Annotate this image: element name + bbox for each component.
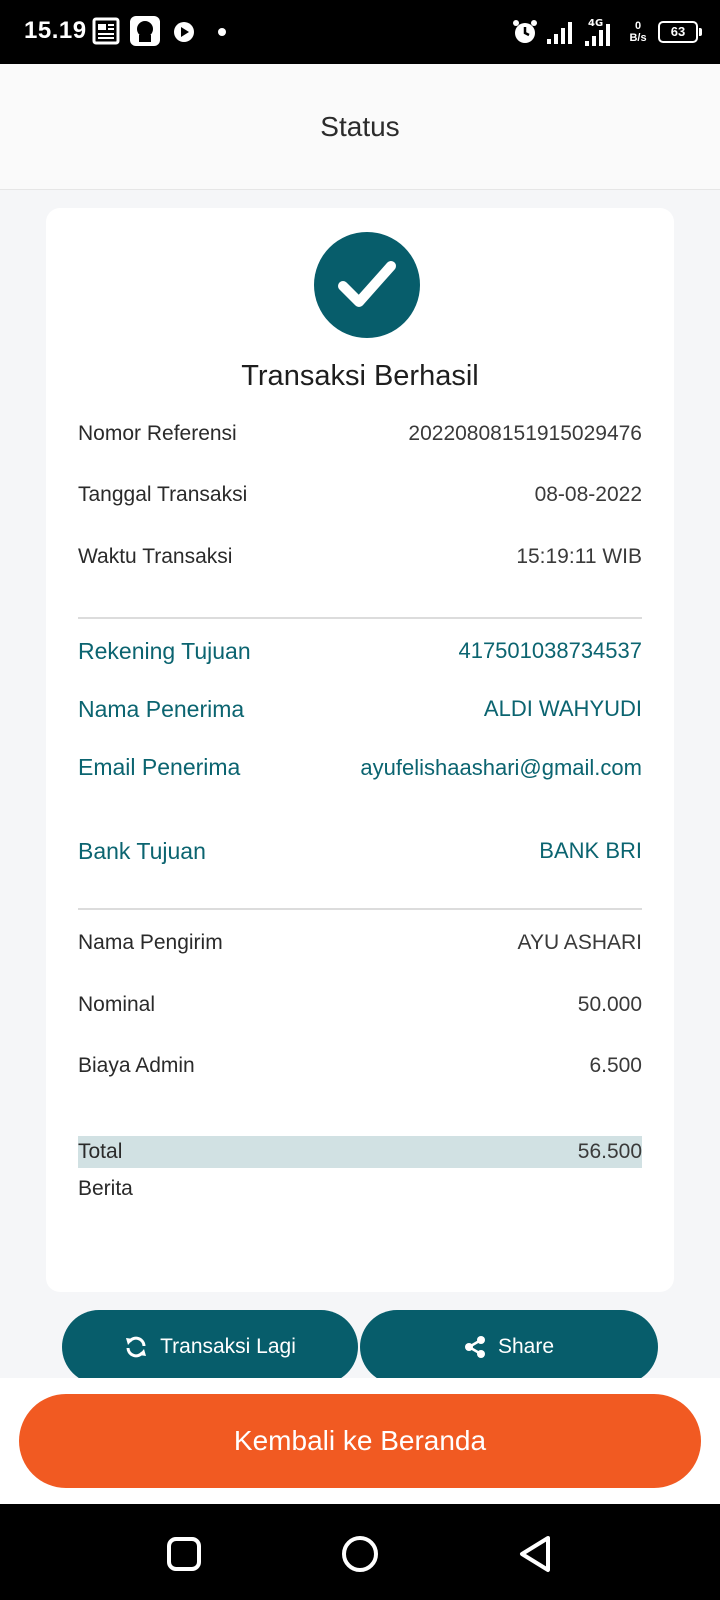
account-value: 417501038734537 <box>458 638 642 663</box>
app-avatar-icon <box>130 16 160 46</box>
status-time: 15.19 <box>24 17 87 44</box>
bank-value: BANK BRI <box>539 838 642 863</box>
payment-row-sender: Nama Pengirim AYU ASHARI <box>78 931 642 955</box>
total-value: 56.500 <box>577 1140 642 1163</box>
share-icon <box>464 1336 485 1358</box>
recipient-email-label: Email Penerima <box>78 754 241 780</box>
total-label: Total <box>78 1140 123 1163</box>
status-bar: 15.19 4G 0 B/s 63 <box>0 0 720 64</box>
recipient-name-label: Nama Penerima <box>78 696 245 722</box>
net-speed: 0 B/s <box>629 20 647 44</box>
detail-row-date: Tanggal Transaksi 08-08-2022 <box>78 483 642 507</box>
time-label: Waktu Transaksi <box>78 545 233 568</box>
fee-label: Biaya Admin <box>78 1054 195 1077</box>
page-title: Status <box>320 110 400 142</box>
reference-value: 20220808151915029476 <box>408 422 642 445</box>
fee-value: 6.500 <box>589 1054 642 1077</box>
payment-row-total: Total 56.500 <box>78 1136 642 1168</box>
transaction-again-label: Transaksi Lagi <box>160 1335 296 1358</box>
battery-level: 63 <box>670 24 686 39</box>
status-indicators: 4G 0 B/s 63 <box>512 14 702 50</box>
receipt-card: Transaksi Berhasil Nomor Referensi 20220… <box>46 208 674 1292</box>
reference-label: Nomor Referensi <box>78 422 237 445</box>
dot-icon <box>218 28 226 36</box>
sender-value: AYU ASHARI <box>517 931 642 954</box>
date-label: Tanggal Transaksi <box>78 483 248 506</box>
payment-row-nominal: Nominal 50.000 <box>78 993 642 1017</box>
signal-icon <box>547 22 572 44</box>
recipient-row-account: Rekening Tujuan 417501038734537 <box>78 638 642 665</box>
battery-icon: 63 <box>658 21 702 43</box>
payment-row-fee: Biaya Admin 6.500 <box>78 1054 642 1078</box>
back-to-home-button[interactable]: Kembali ke Beranda <box>19 1394 701 1488</box>
divider <box>78 908 642 910</box>
time-value: 15:19:11 WIB <box>516 545 642 568</box>
detail-row-time: Waktu Transaksi 15:19:11 WIB <box>78 545 642 569</box>
news-icon <box>92 17 120 45</box>
bottom-panel: Kembali ke Beranda <box>0 1378 720 1504</box>
recipient-email-value: ayufelishaashari@gmail.com <box>360 755 642 780</box>
system-nav-bar <box>0 1504 720 1600</box>
result-title: Transaksi Berhasil <box>241 360 479 392</box>
success-badge <box>314 232 420 338</box>
recipient-row-bank: Bank Tujuan BANK BRI <box>78 838 642 865</box>
payment-row-note: Berita <box>78 1177 642 1201</box>
sender-label: Nama Pengirim <box>78 931 223 954</box>
account-label: Rekening Tujuan <box>78 638 251 664</box>
home-icon[interactable] <box>338 1532 382 1576</box>
share-button[interactable]: Share <box>360 1310 658 1384</box>
transaction-again-button[interactable]: Transaksi Lagi <box>62 1310 358 1384</box>
note-label: Berita <box>78 1177 133 1200</box>
detail-row-reference: Nomor Referensi 20220808151915029476 <box>78 422 642 446</box>
media-icon <box>174 22 194 42</box>
recipient-name-value: ALDI WAHYUDI <box>483 696 642 721</box>
check-icon <box>338 261 396 307</box>
back-icon[interactable] <box>514 1532 558 1576</box>
nominal-label: Nominal <box>78 993 156 1016</box>
alarm-icon <box>513 20 537 43</box>
signal-4g-icon: 4G <box>585 18 610 46</box>
refresh-icon <box>126 1336 147 1358</box>
share-label: Share <box>497 1335 555 1358</box>
nominal-value: 50.000 <box>577 993 642 1016</box>
recents-icon[interactable] <box>162 1532 206 1576</box>
app-header: Status <box>0 64 720 190</box>
recipient-row-name: Nama Penerima ALDI WAHYUDI <box>78 696 642 723</box>
divider <box>78 617 642 619</box>
date-value: 08-08-2022 <box>534 483 642 506</box>
svg-text:4G: 4G <box>588 18 603 29</box>
recipient-row-email: Email Penerima ayufelishaashari@gmail.co… <box>78 754 642 782</box>
bank-label: Bank Tujuan <box>78 838 206 864</box>
